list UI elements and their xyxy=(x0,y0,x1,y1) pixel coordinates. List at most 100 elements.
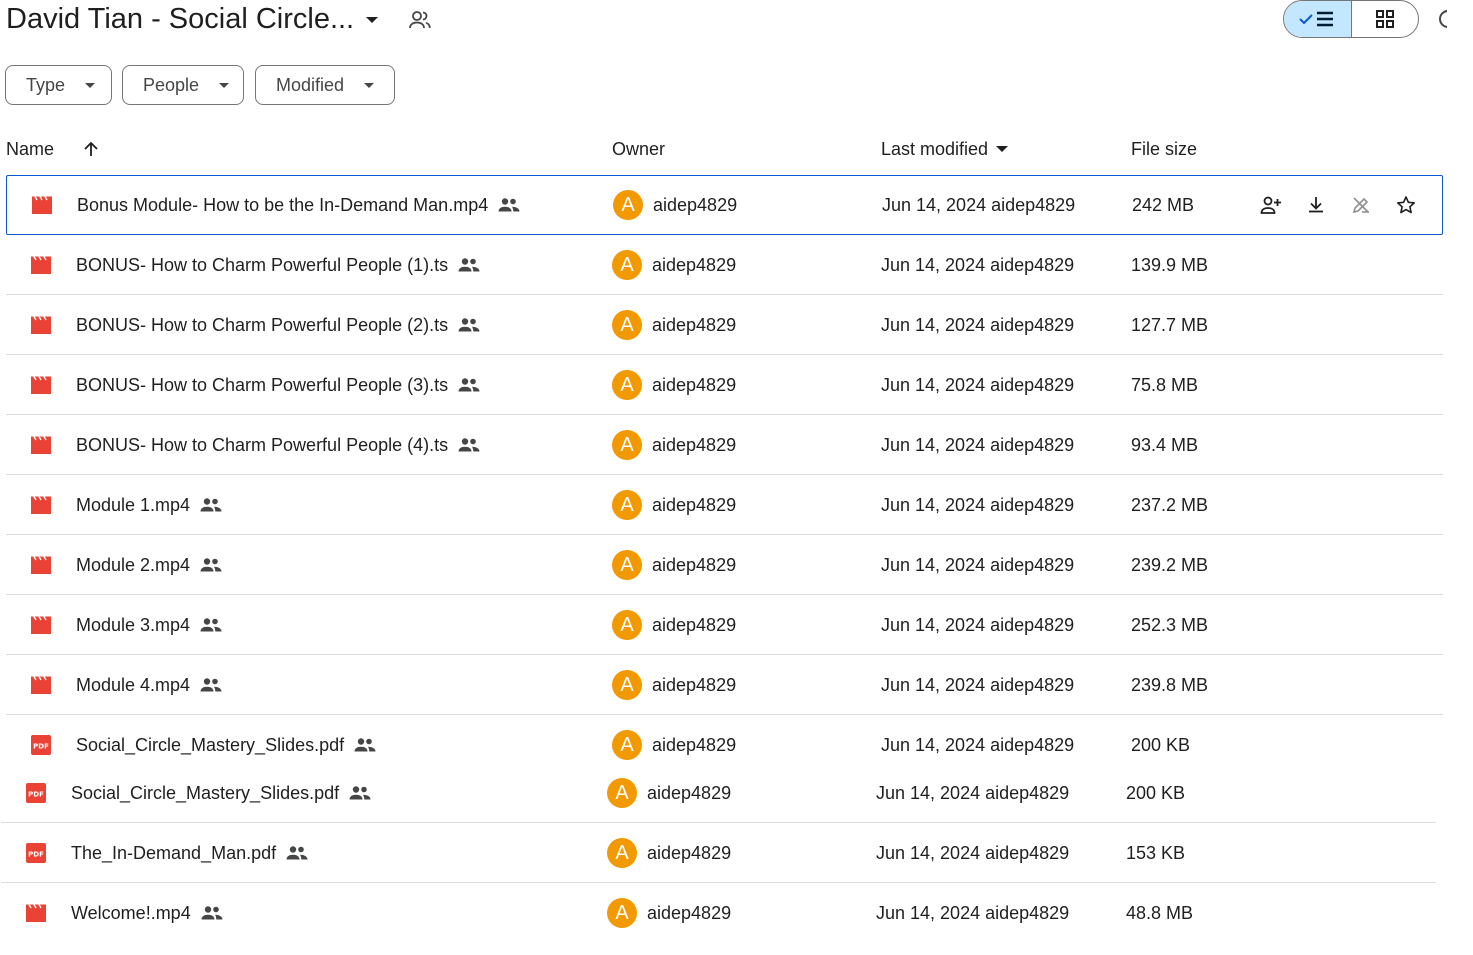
people-filter-chip[interactable]: People xyxy=(122,65,244,105)
row-divider xyxy=(6,654,1443,655)
file-name-cell: Bonus Module- How to be the In-Demand Ma… xyxy=(31,176,520,234)
table-row-8[interactable]: Module 3.mp4 A aidep4829 Jun 14, 2024 ai… xyxy=(6,595,1443,655)
file-name-cell: BONUS- How to Charm Powerful People (4).… xyxy=(30,415,480,475)
owner-column-header[interactable]: Owner xyxy=(612,137,665,161)
video-file-icon xyxy=(30,435,76,455)
table-row-4[interactable]: BONUS- How to Charm Powerful People (3).… xyxy=(6,355,1443,415)
owner-cell: A aidep4829 xyxy=(612,295,736,355)
video-file-icon xyxy=(30,375,76,395)
shared-people-icon xyxy=(286,845,308,861)
owner-name: aidep4829 xyxy=(652,674,737,695)
last-modified-cell: Jun 14, 2024 aidep4829 xyxy=(881,415,1074,475)
pdf-file-icon: PDF xyxy=(25,782,71,804)
file-size-value: 139.9 MB xyxy=(1131,254,1209,275)
size-column-header[interactable]: File size xyxy=(1131,137,1197,161)
owner-cell: A aidep4829 xyxy=(607,763,731,823)
avatar: A xyxy=(612,550,642,580)
last-modified-value: Jun 14, 2024 aidep4829 xyxy=(881,674,1075,695)
owner-cell: A aidep4829 xyxy=(612,415,736,475)
table-row-2[interactable]: BONUS- How to Charm Powerful People (1).… xyxy=(6,235,1443,295)
file-name: Welcome!.mp4 xyxy=(71,902,191,923)
last-modified-value: Jun 14, 2024 aidep4829 xyxy=(876,902,1070,923)
folder-title: David Tian - Social Circle... xyxy=(6,3,355,35)
table-row-7[interactable]: Module 2.mp4 A aidep4829 Jun 14, 2024 ai… xyxy=(6,535,1443,595)
file-name: Module 2.mp4 xyxy=(76,554,191,575)
grid-view-button[interactable] xyxy=(1352,1,1419,37)
shared-people-icon xyxy=(458,257,480,273)
owner-cell: A aidep4829 xyxy=(612,355,736,415)
row-divider xyxy=(1,822,1436,823)
folder-title-button[interactable]: David Tian - Social Circle... xyxy=(6,0,379,38)
modified-filter-chip[interactable]: Modified xyxy=(255,65,395,105)
file-size-value: 252.3 MB xyxy=(1131,614,1209,635)
download-icon[interactable] xyxy=(1293,195,1338,215)
shared-folder-icon[interactable] xyxy=(408,9,432,36)
shared-people-icon xyxy=(498,197,520,213)
last-modified-cell: Jun 14, 2024 aidep4829 xyxy=(876,763,1069,823)
svg-text:PDF: PDF xyxy=(33,743,49,751)
video-file-icon xyxy=(31,195,77,215)
file-name: Module 1.mp4 xyxy=(76,494,191,515)
video-file-icon xyxy=(30,555,76,575)
type-filter-chip[interactable]: Type xyxy=(5,65,112,105)
owner-cell: A aidep4829 xyxy=(612,475,736,535)
modified-filter-label: Modified xyxy=(276,74,345,95)
last-modified-cell: Jun 14, 2024 aidep4829 xyxy=(881,595,1074,655)
file-name-cell: BONUS- How to Charm Powerful People (3).… xyxy=(30,355,480,415)
last-modified-cell: Jun 14, 2024 aidep4829 xyxy=(881,295,1074,355)
owner-name: aidep4829 xyxy=(647,842,732,863)
file-size-cell: 200 KB xyxy=(1126,763,1185,823)
avatar: A xyxy=(613,190,643,220)
sort-dropdown-icon[interactable] xyxy=(996,146,1009,152)
shared-people-icon xyxy=(349,785,371,801)
file-name: Bonus Module- How to be the In-Demand Ma… xyxy=(77,194,489,215)
share-icon[interactable] xyxy=(1248,195,1293,215)
owner-cell: A aidep4829 xyxy=(612,595,736,655)
pdf-file-icon: PDF xyxy=(25,842,71,864)
file-name-cell: Module 4.mp4 xyxy=(30,655,222,715)
owner-name: aidep4829 xyxy=(652,614,737,635)
modified-column-header[interactable]: Last modified xyxy=(881,137,1009,161)
table-row-3[interactable]: BONUS- How to Charm Powerful People (2).… xyxy=(6,295,1443,355)
shared-people-icon xyxy=(200,617,222,633)
table-row-11[interactable]: PDF Social_Circle_Mastery_Slides.pdf A a… xyxy=(1,763,1436,823)
avatar: A xyxy=(612,310,642,340)
table-row-12[interactable]: PDF The_In-Demand_Man.pdf A aidep4829 Ju… xyxy=(1,823,1436,883)
last-modified-value: Jun 14, 2024 aidep4829 xyxy=(876,782,1070,803)
svg-text:PDF: PDF xyxy=(28,851,44,859)
file-size-value: 200 KB xyxy=(1126,782,1186,803)
rename-icon[interactable] xyxy=(1338,195,1383,215)
file-size-cell: 139.9 MB xyxy=(1131,235,1208,295)
info-icon-partial[interactable] xyxy=(1437,8,1447,30)
file-name-cell: BONUS- How to Charm Powerful People (1).… xyxy=(30,235,480,295)
file-size-cell: 127.7 MB xyxy=(1131,295,1208,355)
last-modified-value: Jun 14, 2024 aidep4829 xyxy=(881,374,1075,395)
video-file-icon xyxy=(30,495,76,515)
file-size-value: 239.8 MB xyxy=(1131,674,1209,695)
owner-name: aidep4829 xyxy=(647,782,732,803)
last-modified-value: Jun 14, 2024 aidep4829 xyxy=(881,494,1075,515)
last-modified-cell: Jun 14, 2024 aidep4829 xyxy=(881,655,1074,715)
row-divider xyxy=(6,414,1443,415)
name-column-header[interactable]: Name xyxy=(6,137,100,161)
list-view-button[interactable] xyxy=(1284,1,1352,37)
row-divider xyxy=(6,534,1443,535)
table-row-6[interactable]: Module 1.mp4 A aidep4829 Jun 14, 2024 ai… xyxy=(6,475,1443,535)
file-size-cell: 237.2 MB xyxy=(1131,475,1208,535)
last-modified-value: Jun 14, 2024 aidep4829 xyxy=(881,254,1075,275)
star-icon[interactable] xyxy=(1383,195,1428,215)
sort-arrow-up-icon[interactable] xyxy=(82,140,100,158)
table-row-9[interactable]: Module 4.mp4 A aidep4829 Jun 14, 2024 ai… xyxy=(6,655,1443,715)
file-size-value: 48.8 MB xyxy=(1126,902,1194,923)
chevron-down-icon xyxy=(366,17,379,23)
last-modified-cell: Jun 14, 2024 aidep4829 xyxy=(881,535,1074,595)
owner-cell: A aidep4829 xyxy=(612,235,736,295)
table-row-13[interactable]: Welcome!.mp4 A aidep4829 Jun 14, 2024 ai… xyxy=(1,883,1436,943)
table-row-5[interactable]: BONUS- How to Charm Powerful People (4).… xyxy=(6,415,1443,475)
owner-cell: A aidep4829 xyxy=(607,823,731,883)
file-name-cell: BONUS- How to Charm Powerful People (2).… xyxy=(30,295,480,355)
file-name: The_In-Demand_Man.pdf xyxy=(71,842,277,863)
table-row-1[interactable]: Bonus Module- How to be the In-Demand Ma… xyxy=(6,175,1443,235)
owner-name: aidep4829 xyxy=(652,734,737,755)
avatar: A xyxy=(607,778,637,808)
